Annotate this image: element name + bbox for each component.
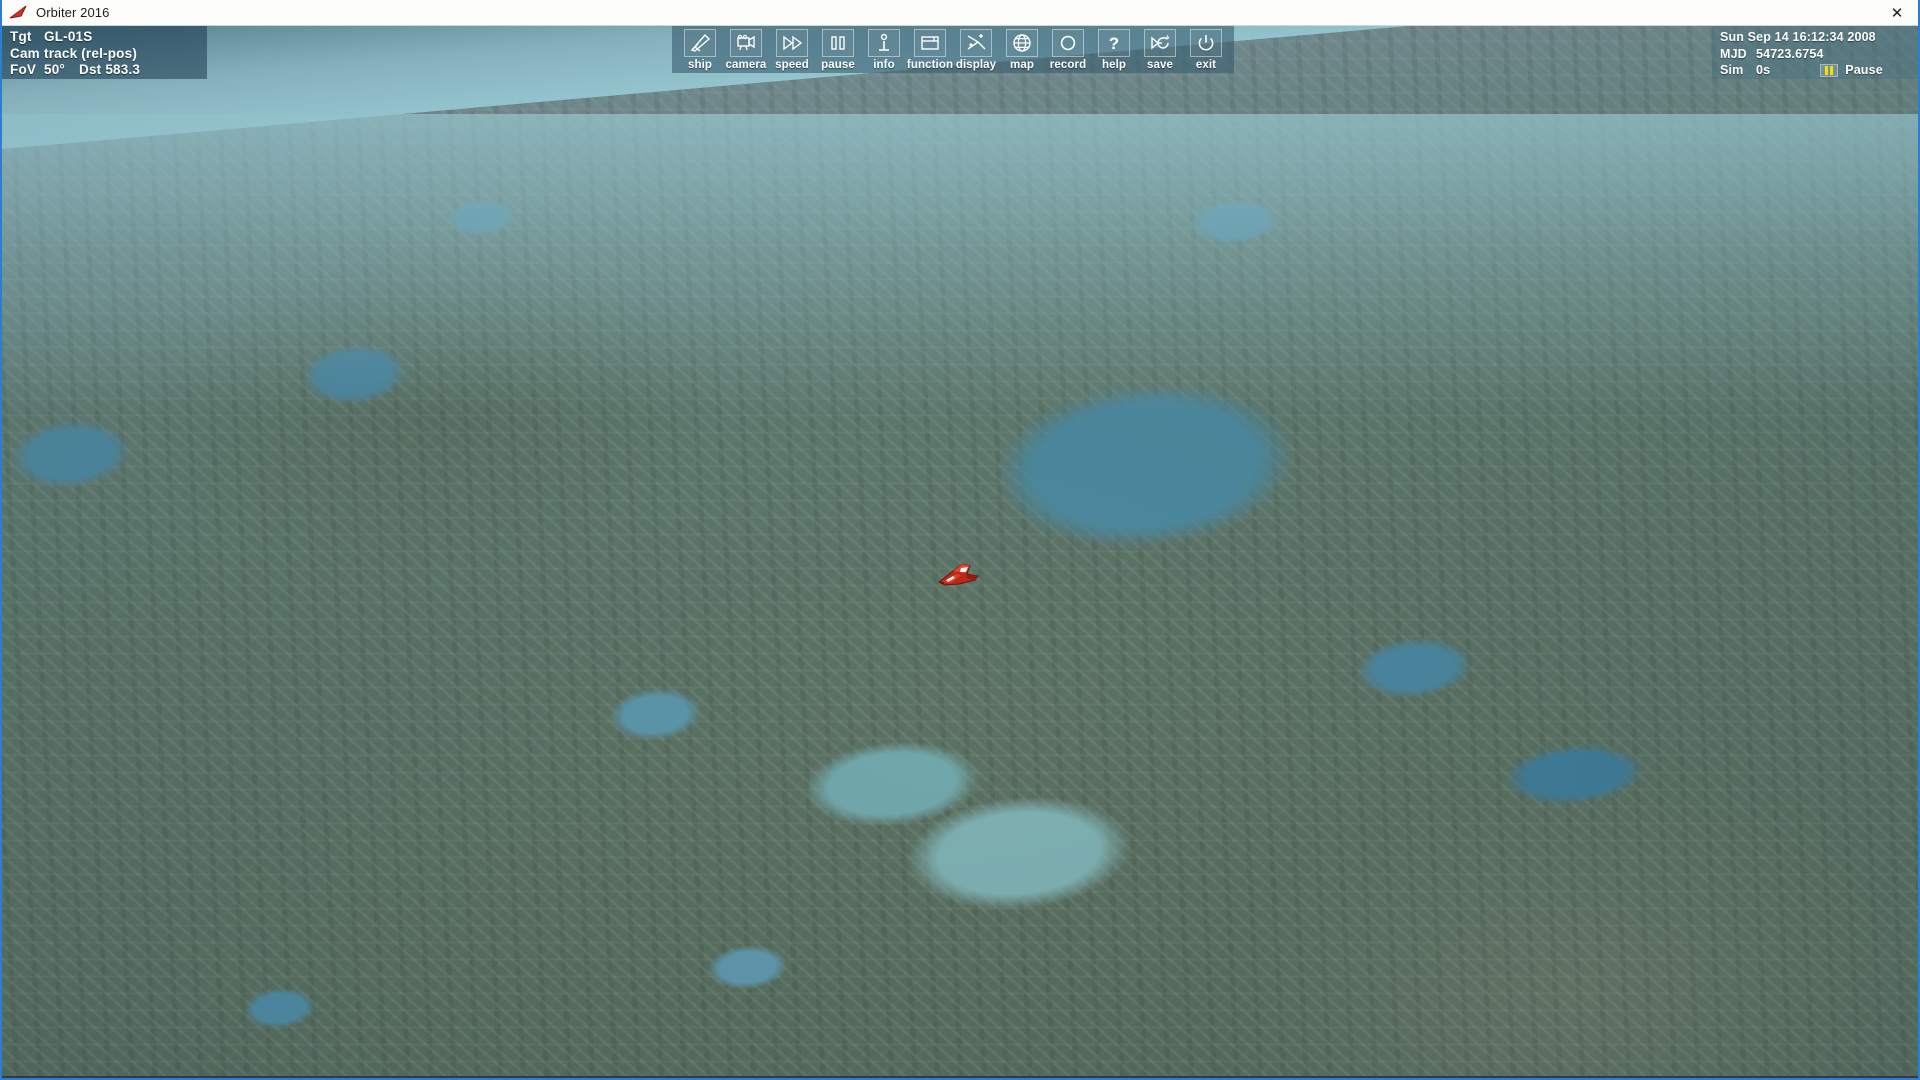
toolbar-button-speed[interactable]: speed [770, 29, 814, 71]
toolbar-button-ship[interactable]: ship [678, 29, 722, 71]
toolbar-label-display: display [955, 59, 997, 71]
status-datetime: Sun Sep 14 16:12:34 2008 [1720, 30, 1876, 44]
power-icon [1190, 29, 1222, 57]
window-icon [914, 29, 946, 57]
toolbar-button-info[interactable]: info [862, 29, 906, 71]
hud-target-value: GL-01S [44, 29, 93, 44]
toolbar-label-info: info [873, 59, 895, 71]
simulation-time-panel: Sun Sep 14 16:12:34 2008 MJD 54723.6754 S… [1712, 26, 1918, 79]
toolbar-label-map: map [1010, 59, 1034, 71]
pause-icon [822, 29, 854, 57]
ship-icon [684, 29, 716, 57]
status-mjd-value: 54723.6754 [1756, 46, 1824, 61]
toolbar-button-pause[interactable]: pause [816, 29, 860, 71]
hud-fov-value: 50° [44, 62, 66, 77]
terrain-surface [2, 26, 1918, 1076]
hud-target-key: Tgt [10, 29, 32, 44]
fast-forward-icon [776, 29, 808, 57]
toolbar-label-exit: exit [1195, 59, 1217, 71]
toolbar-label-pause: pause [821, 59, 855, 71]
status-sim-value: 0s [1756, 63, 1771, 77]
main-toolbar: ship camera speed pause info function di… [672, 26, 1234, 73]
title-bar: Orbiter 2016 ✕ [0, 0, 1920, 26]
toolbar-label-speed: speed [775, 59, 809, 71]
question-mark-icon: ? [1098, 29, 1130, 57]
toolbar-button-map[interactable]: map [1000, 29, 1044, 71]
hud-fov-distance-line: FoV 50° Dst 583.3 [10, 62, 207, 79]
hud-camera-line: Cam track (rel-pos) [10, 46, 207, 63]
pause-bar-left [1825, 65, 1829, 75]
status-sim-key: Sim [1720, 63, 1744, 77]
viewport-3d[interactable] [2, 26, 1918, 1076]
record-icon [1052, 29, 1084, 57]
hud-camera-value: track (rel-pos) [44, 45, 138, 61]
display-icon [960, 29, 992, 57]
toolbar-button-help[interactable]: ? help [1092, 29, 1136, 71]
toolbar-label-camera: camera [725, 59, 767, 71]
hud-fov-key: FoV [10, 62, 37, 77]
info-icon [868, 29, 900, 57]
status-mjd-line: MJD 54723.6754 [1720, 46, 1918, 63]
pause-icon[interactable] [1820, 63, 1839, 77]
toolbar-button-display[interactable]: display [954, 29, 998, 71]
orbiter-window: Orbiter 2016 ✕ Tgt GL-01S Cam track (rel-p… [0, 0, 1920, 1080]
status-mjd-key: MJD [1720, 46, 1747, 61]
toolbar-label-record: record [1049, 59, 1087, 71]
delta-glider-icon [4, 0, 32, 26]
status-sim-line: Sim 0s Pause [1720, 62, 1918, 79]
toolbar-button-camera[interactable]: camera [724, 29, 768, 71]
hud-camera-key: Cam [10, 45, 40, 61]
toolbar-label-save: save [1147, 59, 1173, 71]
camera-info-panel: Tgt GL-01S Cam track (rel-pos) FoV 50° Dst 5… [2, 26, 207, 79]
hud-target-line: Tgt GL-01S [10, 29, 207, 46]
toolbar-button-save[interactable]: save [1138, 29, 1182, 71]
hud-distance-value: 583.3 [105, 62, 141, 77]
toolbar-label-ship: ship [687, 59, 713, 71]
status-pause-label: Pause [1845, 63, 1883, 77]
window-title: Orbiter 2016 [36, 5, 110, 20]
toolbar-button-record[interactable]: record [1046, 29, 1090, 71]
toolbar-button-exit[interactable]: exit [1184, 29, 1228, 71]
status-datetime-line: Sun Sep 14 16:12:34 2008 [1720, 29, 1918, 46]
pause-bar-right [1830, 65, 1834, 75]
hud-distance-key: Dst [79, 62, 102, 77]
close-icon[interactable]: ✕ [1874, 0, 1920, 25]
camera-icon [730, 29, 762, 57]
globe-icon [1006, 29, 1038, 57]
save-icon [1144, 29, 1176, 57]
toolbar-button-function[interactable]: function [906, 29, 954, 71]
toolbar-label-function: function [906, 59, 954, 71]
svg-text:?: ? [1109, 34, 1119, 53]
toolbar-label-help: help [1101, 59, 1127, 71]
